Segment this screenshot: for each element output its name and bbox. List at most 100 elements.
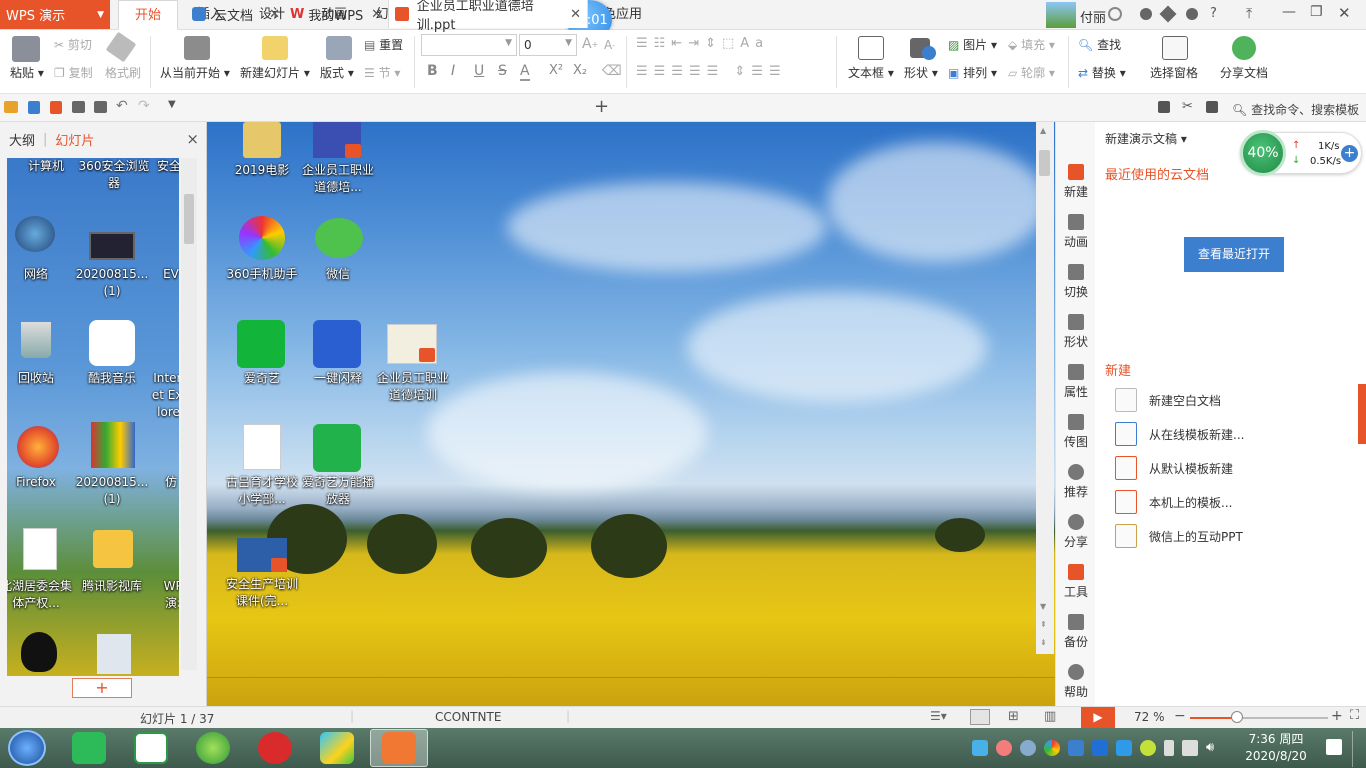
layout-button[interactable]: 版式 ▾: [320, 64, 354, 81]
local-template-item[interactable]: 本机上的模板...: [1115, 487, 1232, 517]
tray-volume-icon[interactable]: 🔊︎: [1206, 740, 1214, 758]
scrollbar-thumb[interactable]: [1039, 150, 1050, 176]
alignment-icons[interactable]: ☰☰☰☰☰ ⇕☰☰: [636, 64, 787, 79]
settings-icon[interactable]: [1159, 5, 1177, 23]
selection-pane-button[interactable]: 选择窗格: [1150, 64, 1198, 81]
cut-button[interactable]: ✂ 剪切: [54, 36, 92, 53]
taskbar-clock[interactable]: 7:36 周四 2020/8/20: [1244, 731, 1308, 765]
memory-usage-gauge[interactable]: 40%: [1240, 130, 1286, 176]
tray-translate-icon[interactable]: [1068, 740, 1084, 756]
windows-start-icon[interactable]: [8, 730, 46, 766]
share-icon[interactable]: [1232, 36, 1256, 60]
strikethrough-button[interactable]: S: [498, 63, 507, 79]
textbox-button[interactable]: 文本框 ▾: [848, 64, 894, 81]
close-tab-icon[interactable]: ✕: [269, 7, 280, 22]
taskbar-red-app-icon[interactable]: [258, 732, 292, 764]
doc-tab-active-ppt[interactable]: 企业员工职业道德培训.ppt ✕: [388, 0, 588, 33]
add-icon[interactable]: +: [1341, 145, 1358, 162]
taskbar-video-player-icon[interactable]: [320, 732, 354, 764]
help-icon[interactable]: ?: [1210, 6, 1217, 21]
from-current-button[interactable]: 从当前开始 ▾: [160, 64, 230, 81]
thumbnail-scrollbar[interactable]: [181, 158, 197, 670]
tray-battery-icon[interactable]: [1164, 740, 1174, 756]
new-from-default-template-item[interactable]: 从默认模板新建: [1115, 453, 1233, 483]
picture-button[interactable]: ▨ 图片 ▾: [948, 36, 997, 53]
notification-icon[interactable]: [1326, 739, 1342, 755]
tools-icon[interactable]: ✂: [1182, 99, 1193, 114]
save-icon[interactable]: [28, 101, 40, 114]
taskbar-wps-sheet-icon[interactable]: [72, 732, 106, 764]
tray-shield-icon[interactable]: [1092, 740, 1108, 756]
add-slide-button[interactable]: +: [72, 678, 132, 698]
side-transition-button[interactable]: 切换: [1056, 256, 1096, 306]
zoom-in-icon[interactable]: +: [1331, 708, 1343, 724]
subscript-button[interactable]: X₂: [573, 63, 587, 78]
slide-thumbnail-1[interactable]: 计算机 360安全浏览器 安全 网络 20200815...(1) EV 回收站…: [7, 158, 179, 676]
side-animation-button[interactable]: 动画: [1056, 206, 1096, 256]
paste-button[interactable]: 粘贴 ▾: [10, 64, 44, 81]
tray-cloud-icon[interactable]: [1020, 740, 1036, 756]
task-pane-header[interactable]: 新建演示文稿 ▾: [1105, 130, 1187, 147]
doc-tab-cloud[interactable]: 云文档 ✕: [186, 0, 284, 28]
tray-security-icon[interactable]: [1116, 740, 1132, 756]
new-from-online-template-item[interactable]: 从在线模板新建...: [1115, 419, 1244, 449]
feedback-icon[interactable]: [1186, 8, 1198, 20]
slide-scrollbar[interactable]: ▲ ▼ ⇞ ⇟: [1036, 122, 1054, 654]
tab-home[interactable]: 开始: [118, 0, 178, 30]
scroll-up-icon[interactable]: ▲: [1040, 126, 1046, 135]
next-slide-icon[interactable]: ⇟: [1040, 638, 1047, 647]
undo-icon[interactable]: ↶: [116, 98, 128, 114]
side-upload-image-button[interactable]: 传图: [1056, 406, 1096, 456]
new-slide-button[interactable]: 新建幻灯片 ▾: [240, 64, 310, 81]
bullet-list-icons[interactable]: ☰☷⇤⇥⇕⬚Aa: [636, 36, 769, 51]
taskbar-wps-presentation-icon[interactable]: [382, 732, 416, 764]
skin-icon[interactable]: [1140, 8, 1152, 20]
side-backup-button[interactable]: 备份: [1056, 606, 1096, 656]
increase-font-icon[interactable]: A +: [582, 36, 598, 52]
outline-tab[interactable]: 大纲: [9, 130, 35, 149]
wechat-interactive-ppt-item[interactable]: 微信上的互动PPT: [1115, 521, 1243, 551]
font-color-button[interactable]: A: [520, 63, 530, 81]
show-desktop-button[interactable]: [1352, 731, 1364, 767]
close-pane-icon[interactable]: ×: [186, 130, 199, 148]
bold-button[interactable]: B: [427, 63, 438, 79]
new-blank-doc-item[interactable]: 新建空白文档: [1115, 385, 1221, 415]
fit-window-icon[interactable]: ⛶: [1350, 708, 1359, 723]
font-size-select[interactable]: 0 ▼: [519, 34, 577, 56]
skin-switch-icon[interactable]: [1206, 101, 1218, 113]
close-tab-icon[interactable]: ✕: [570, 7, 581, 22]
print-icon[interactable]: [72, 101, 85, 113]
decrease-font-icon[interactable]: A-: [604, 38, 615, 52]
prev-slide-icon[interactable]: ⇞: [1040, 620, 1047, 629]
copy-button[interactable]: ❐ 复制: [54, 64, 93, 81]
new-slide-icon[interactable]: [262, 36, 288, 60]
pane-collapse-handle[interactable]: [1358, 384, 1366, 444]
italic-button[interactable]: I: [451, 63, 455, 79]
layout-icon[interactable]: [326, 36, 352, 60]
underline-button[interactable]: U: [474, 63, 484, 79]
export-pdf-icon[interactable]: [50, 101, 62, 114]
redo-icon[interactable]: ↷: [138, 98, 150, 114]
share-doc-button[interactable]: 分享文档: [1220, 64, 1268, 81]
scroll-down-icon[interactable]: ▼: [1040, 602, 1046, 611]
user-name[interactable]: 付丽: [1080, 7, 1106, 26]
reading-view-icon[interactable]: ▥: [1044, 709, 1056, 724]
side-help-button[interactable]: 帮助: [1056, 656, 1096, 706]
zoom-out-icon[interactable]: −: [1174, 708, 1186, 724]
minimize-icon[interactable]: —: [1282, 4, 1296, 20]
avatar-icon[interactable]: [1108, 7, 1122, 21]
play-slideshow-button[interactable]: ▶: [1081, 707, 1115, 728]
selection-pane-icon[interactable]: [1162, 36, 1188, 60]
sorter-view-icon[interactable]: ⊞: [1008, 709, 1019, 724]
side-share-button[interactable]: 分享: [1056, 506, 1096, 556]
find-button[interactable]: 🔍︎ 查找: [1078, 36, 1121, 53]
view-icon[interactable]: [1158, 101, 1170, 113]
print-preview-icon[interactable]: [94, 101, 107, 113]
maximize-icon[interactable]: ❐: [1310, 4, 1323, 20]
side-shape-button[interactable]: 形状: [1056, 306, 1096, 356]
arrange-button[interactable]: ▣ 排列 ▾: [948, 64, 997, 81]
close-window-icon[interactable]: ✕: [1338, 4, 1351, 22]
quick-access-dropdown-icon[interactable]: ▼: [168, 99, 176, 110]
slides-tab[interactable]: 幻灯片: [55, 130, 94, 149]
open-folder-icon[interactable]: [4, 101, 18, 113]
